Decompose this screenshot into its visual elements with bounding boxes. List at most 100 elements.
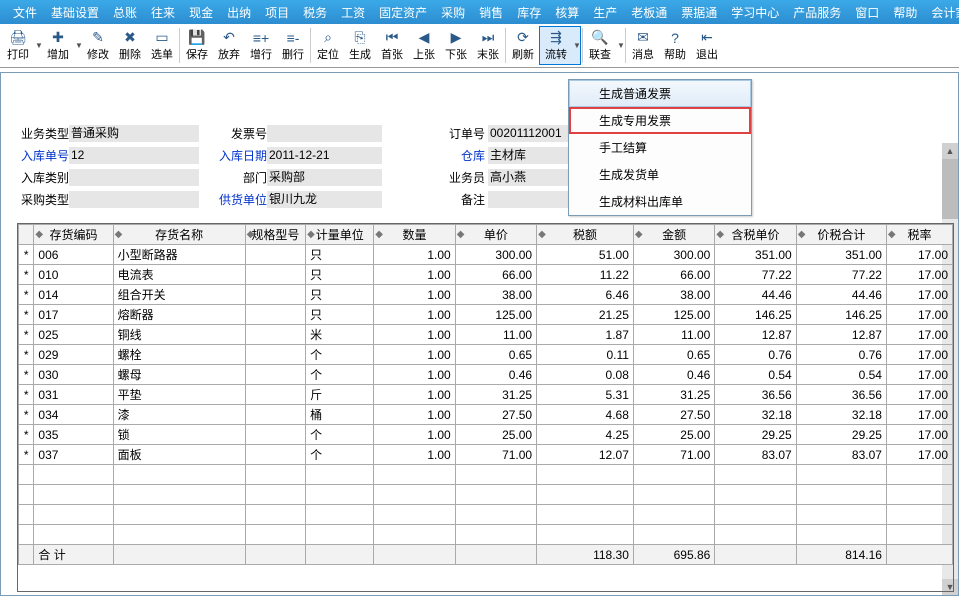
- cell-tot[interactable]: 32.18: [796, 405, 886, 425]
- cell-code[interactable]: 014: [34, 285, 113, 305]
- cell-empty[interactable]: [796, 465, 886, 485]
- cell-tp[interactable]: 29.25: [715, 425, 796, 445]
- menu-生产[interactable]: 生产: [586, 4, 624, 21]
- cell-code[interactable]: 029: [34, 345, 113, 365]
- cell-unit[interactable]: 个: [306, 345, 374, 365]
- cell-tax[interactable]: 0.11: [537, 345, 634, 365]
- cell-rate[interactable]: 17.00: [886, 385, 952, 405]
- cell-amt[interactable]: 0.65: [633, 345, 714, 365]
- cell-tp[interactable]: 12.87: [715, 325, 796, 345]
- cell-amt[interactable]: 0.46: [633, 365, 714, 385]
- cell-amt[interactable]: 300.00: [633, 245, 714, 265]
- cell-empty[interactable]: [34, 465, 113, 485]
- cell-rate[interactable]: 17.00: [886, 405, 952, 425]
- dropdown-生成发货单[interactable]: 生成发货单: [569, 161, 751, 188]
- menu-产品服务[interactable]: 产品服务: [786, 4, 848, 21]
- cell-rate[interactable]: 17.00: [886, 345, 952, 365]
- cell-spec[interactable]: [245, 385, 306, 405]
- cell-tp[interactable]: 32.18: [715, 405, 796, 425]
- col-header[interactable]: ◆税额: [537, 225, 634, 245]
- table-row[interactable]: *006小型断路器只1.00300.0051.00300.00351.00351…: [19, 245, 953, 265]
- toolbar-修改[interactable]: ✎修改: [82, 28, 114, 64]
- cell-empty[interactable]: [886, 485, 952, 505]
- cell-empty[interactable]: [886, 525, 952, 545]
- cell-qty[interactable]: 1.00: [374, 265, 455, 285]
- cell-m[interactable]: *: [19, 385, 34, 405]
- col-header[interactable]: ◆规格型号: [245, 225, 306, 245]
- inv-no-field[interactable]: [267, 125, 382, 142]
- cell-price[interactable]: 71.00: [455, 445, 536, 465]
- cell-m[interactable]: *: [19, 305, 34, 325]
- cell-spec[interactable]: [245, 365, 306, 385]
- cell-empty[interactable]: [113, 505, 245, 525]
- table-row[interactable]: *030螺母个1.000.460.080.460.540.5417.00: [19, 365, 953, 385]
- col-header[interactable]: ◆含税单价: [715, 225, 796, 245]
- cell-empty[interactable]: [886, 505, 952, 525]
- toolbar-保存[interactable]: 💾保存: [181, 28, 213, 64]
- toolbar-增行[interactable]: ≡+增行: [245, 28, 277, 64]
- menu-库存[interactable]: 库存: [510, 4, 548, 21]
- toolbar-退出[interactable]: ⇤退出: [691, 28, 723, 64]
- col-header[interactable]: ◆金额: [633, 225, 714, 245]
- toolbar-下张[interactable]: ▶下张: [440, 28, 472, 64]
- sort-handle-icon[interactable]: ◆: [716, 229, 724, 240]
- menu-会计家园[interactable]: 会计家园: [924, 4, 959, 21]
- cell-tot[interactable]: 12.87: [796, 325, 886, 345]
- cell-qty[interactable]: 1.00: [374, 285, 455, 305]
- dept-field[interactable]: 采购部: [267, 169, 382, 186]
- cell-name[interactable]: 螺栓: [113, 345, 245, 365]
- toolbar-上张[interactable]: ◀上张: [408, 28, 440, 64]
- cell-tot[interactable]: 29.25: [796, 425, 886, 445]
- cell-tp[interactable]: 44.46: [715, 285, 796, 305]
- cell-unit[interactable]: 只: [306, 265, 374, 285]
- po-type-field[interactable]: [69, 191, 199, 208]
- cell-rate[interactable]: 17.00: [886, 265, 952, 285]
- cell-empty[interactable]: [19, 525, 34, 545]
- cell-m[interactable]: *: [19, 245, 34, 265]
- cell-tp[interactable]: 83.07: [715, 445, 796, 465]
- cell-empty[interactable]: [306, 525, 374, 545]
- toolbar-生成[interactable]: ⎘生成: [344, 28, 376, 64]
- menu-票据通[interactable]: 票据通: [674, 4, 724, 21]
- cell-qty[interactable]: 1.00: [374, 325, 455, 345]
- table-row-empty[interactable]: [19, 525, 953, 545]
- cell-price[interactable]: 0.65: [455, 345, 536, 365]
- toolbar-增加[interactable]: ✚增加: [42, 28, 74, 64]
- cell-empty[interactable]: [374, 505, 455, 525]
- cell-unit[interactable]: 只: [306, 285, 374, 305]
- cell-empty[interactable]: [455, 465, 536, 485]
- cell-spec[interactable]: [245, 285, 306, 305]
- supplier-field[interactable]: 银川九龙: [267, 191, 382, 208]
- cell-m[interactable]: *: [19, 345, 34, 365]
- menu-销售[interactable]: 销售: [472, 4, 510, 21]
- cell-name[interactable]: 漆: [113, 405, 245, 425]
- toolbar-打印[interactable]: 🖨打印: [2, 28, 34, 64]
- cell-empty[interactable]: [886, 465, 952, 485]
- cell-spec[interactable]: [245, 325, 306, 345]
- cell-empty[interactable]: [455, 485, 536, 505]
- cell-tax[interactable]: 12.07: [537, 445, 634, 465]
- cell-qty[interactable]: 1.00: [374, 245, 455, 265]
- cell-m[interactable]: *: [19, 325, 34, 345]
- biz-type-field[interactable]: 普通采购: [69, 125, 199, 142]
- cell-empty[interactable]: [113, 525, 245, 545]
- menu-窗口[interactable]: 窗口: [848, 4, 886, 21]
- cell-tot[interactable]: 0.76: [796, 345, 886, 365]
- menu-采购[interactable]: 采购: [434, 4, 472, 21]
- toolbar-消息[interactable]: ✉消息: [627, 28, 659, 64]
- cell-m[interactable]: *: [19, 425, 34, 445]
- cell-empty[interactable]: [245, 525, 306, 545]
- cell-empty[interactable]: [374, 485, 455, 505]
- cell-rate[interactable]: 17.00: [886, 445, 952, 465]
- cell-code[interactable]: 006: [34, 245, 113, 265]
- cell-empty[interactable]: [34, 505, 113, 525]
- cell-unit[interactable]: 个: [306, 445, 374, 465]
- cell-empty[interactable]: [34, 485, 113, 505]
- cell-rate[interactable]: 17.00: [886, 425, 952, 445]
- cell-tot[interactable]: 77.22: [796, 265, 886, 285]
- cell-empty[interactable]: [796, 525, 886, 545]
- col-header[interactable]: ◆存货编码: [34, 225, 113, 245]
- cell-price[interactable]: 27.50: [455, 405, 536, 425]
- sort-handle-icon[interactable]: ◆: [375, 229, 383, 240]
- cell-amt[interactable]: 25.00: [633, 425, 714, 445]
